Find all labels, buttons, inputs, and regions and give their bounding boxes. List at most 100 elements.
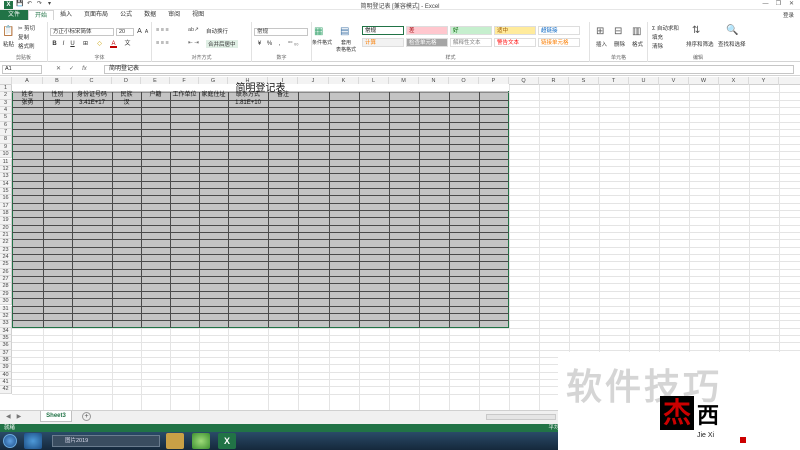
cell-style-6[interactable]: 检查单元格 xyxy=(406,38,448,47)
sheet-title-cell[interactable]: 简明登记表 xyxy=(12,83,509,94)
tab-insert[interactable]: 插入 xyxy=(54,10,78,20)
horizontal-scrollbar[interactable] xyxy=(486,414,556,420)
format-table-button[interactable]: 套用 表格格式 xyxy=(336,39,356,53)
row-header[interactable]: 33 xyxy=(0,320,12,328)
row-header[interactable]: 30 xyxy=(0,298,12,306)
data-cell[interactable] xyxy=(141,100,170,107)
app-taskbar-icon[interactable] xyxy=(192,433,210,449)
row-header[interactable]: 5 xyxy=(0,114,12,122)
row-header[interactable]: 31 xyxy=(0,305,12,313)
excel-taskbar-icon[interactable]: X xyxy=(218,433,236,449)
insert-cells-button[interactable]: 插入 xyxy=(596,40,607,48)
cut-button[interactable]: ✂ 剪切 xyxy=(18,24,35,32)
cancel-icon[interactable]: ✕ xyxy=(56,65,61,74)
tab-file[interactable]: 文件 xyxy=(0,10,29,20)
row-header[interactable]: 28 xyxy=(0,283,12,291)
start-button[interactable] xyxy=(3,434,17,448)
row-header[interactable]: 40 xyxy=(0,371,12,379)
header-cell[interactable]: 民族 xyxy=(112,92,141,99)
fill-color-icon[interactable]: ◇ xyxy=(96,41,103,48)
row-header[interactable]: 11 xyxy=(0,158,12,166)
close-button[interactable]: ✕ xyxy=(785,0,798,9)
insert-cells-icon[interactable]: ⊞ xyxy=(596,26,604,37)
row-header[interactable]: 22 xyxy=(0,239,12,247)
data-cell[interactable] xyxy=(268,100,298,107)
taskbar-search[interactable]: 图片2019 xyxy=(52,435,160,447)
add-sheet-icon[interactable]: + xyxy=(82,412,91,421)
row-header[interactable]: 19 xyxy=(0,217,12,225)
clear-button[interactable]: 清除 xyxy=(652,42,663,50)
data-cell[interactable]: 男 xyxy=(43,100,72,107)
indent-icons[interactable]: ⇤ ⇥ xyxy=(188,40,199,46)
row-header[interactable]: 7 xyxy=(0,129,12,137)
row-header[interactable]: 26 xyxy=(0,268,12,277)
decimal-icons[interactable]: ⁰⁰ ₀₀ xyxy=(288,41,299,47)
conditional-format-button[interactable]: 条件格式 xyxy=(312,39,332,46)
name-box[interactable]: A1 xyxy=(2,65,42,74)
align-left-icons[interactable]: ≡ ≡ ≡ xyxy=(156,40,169,46)
browser-taskbar-icon[interactable] xyxy=(24,433,42,449)
row-header[interactable]: 35 xyxy=(0,334,12,343)
bold-icon[interactable]: B xyxy=(51,41,58,48)
row-header[interactable]: 27 xyxy=(0,276,12,284)
paste-button[interactable]: 粘贴 xyxy=(3,40,14,48)
row-header[interactable]: 1 xyxy=(0,85,12,93)
column-header[interactable]: Y xyxy=(749,77,779,85)
phonetic-icon[interactable]: 文 xyxy=(124,41,131,48)
column-header[interactable]: Q xyxy=(509,77,539,85)
tab-review[interactable]: 审阅 xyxy=(162,10,186,20)
format-cells-button[interactable]: 格式 xyxy=(632,40,643,48)
row-header[interactable]: 34 xyxy=(0,327,12,335)
row-header[interactable]: 32 xyxy=(0,312,12,321)
delete-cells-button[interactable]: 删除 xyxy=(614,40,625,48)
row-header[interactable]: 15 xyxy=(0,187,12,196)
cell-style-2[interactable]: 好 xyxy=(450,26,492,35)
cell-style-4[interactable]: 超链接 xyxy=(538,26,580,35)
row-header[interactable]: 42 xyxy=(0,386,12,394)
prev-sheet-icon[interactable]: ◀ xyxy=(6,413,11,420)
row-header[interactable]: 21 xyxy=(0,232,12,240)
copy-button[interactable]: 复制 xyxy=(18,33,29,41)
tab-page-layout[interactable]: 页面布局 xyxy=(78,10,114,20)
italic-icon[interactable]: I xyxy=(60,41,67,48)
percent-icon[interactable]: % xyxy=(266,41,273,48)
row-header[interactable]: 12 xyxy=(0,165,12,174)
next-sheet-icon[interactable]: ▶ xyxy=(17,413,22,420)
wrap-text-button[interactable]: 自动换行 xyxy=(206,27,228,35)
font-color-icon[interactable]: A xyxy=(110,41,117,48)
tab-home[interactable]: 开始 xyxy=(28,10,55,20)
column-header[interactable]: V xyxy=(659,77,689,85)
enter-icon[interactable]: ✓ xyxy=(69,65,74,74)
header-cell[interactable]: 身份证号码 xyxy=(72,92,112,99)
row-header[interactable]: 29 xyxy=(0,290,12,299)
shrink-font-icon[interactable]: A xyxy=(143,29,150,36)
cell-style-8[interactable]: 警告文本 xyxy=(494,38,536,47)
row-header[interactable]: 17 xyxy=(0,202,12,210)
column-header[interactable]: X xyxy=(719,77,749,85)
paste-icon[interactable]: 📋 xyxy=(2,26,14,37)
row-header[interactable]: 18 xyxy=(0,209,12,218)
cell-style-9[interactable]: 链接单元格 xyxy=(538,38,580,47)
header-cell[interactable]: 家庭住址 xyxy=(199,92,228,99)
insert-function-icon[interactable]: fx xyxy=(82,65,87,74)
row-header[interactable]: 4 xyxy=(0,107,12,115)
row-header[interactable]: 20 xyxy=(0,224,12,232)
row-header[interactable]: 38 xyxy=(0,356,12,365)
currency-icon[interactable]: ¥ xyxy=(256,41,263,48)
header-cell[interactable]: 联系方式 xyxy=(228,92,268,99)
row-header[interactable]: 37 xyxy=(0,349,12,357)
number-format-combo[interactable]: 常规 xyxy=(254,28,308,36)
column-header[interactable]: S xyxy=(569,77,599,85)
cell-style-7[interactable]: 解释性文本 xyxy=(450,38,492,47)
cell-style-0[interactable]: 常规 xyxy=(362,26,404,35)
data-cell[interactable] xyxy=(170,100,199,107)
header-cell[interactable]: 姓名 xyxy=(12,92,43,99)
select-all-corner[interactable] xyxy=(0,77,12,85)
tab-view[interactable]: 视图 xyxy=(186,10,210,20)
find-select-icon[interactable]: 🔍 xyxy=(726,25,738,36)
data-cell[interactable]: 张勇 xyxy=(12,100,43,107)
grow-font-icon[interactable]: A xyxy=(136,28,143,35)
row-header[interactable]: 36 xyxy=(0,342,12,350)
data-cell[interactable]: 3.41E+17 xyxy=(72,100,112,107)
autosum-button[interactable]: Σ 自动求和 xyxy=(652,24,679,32)
